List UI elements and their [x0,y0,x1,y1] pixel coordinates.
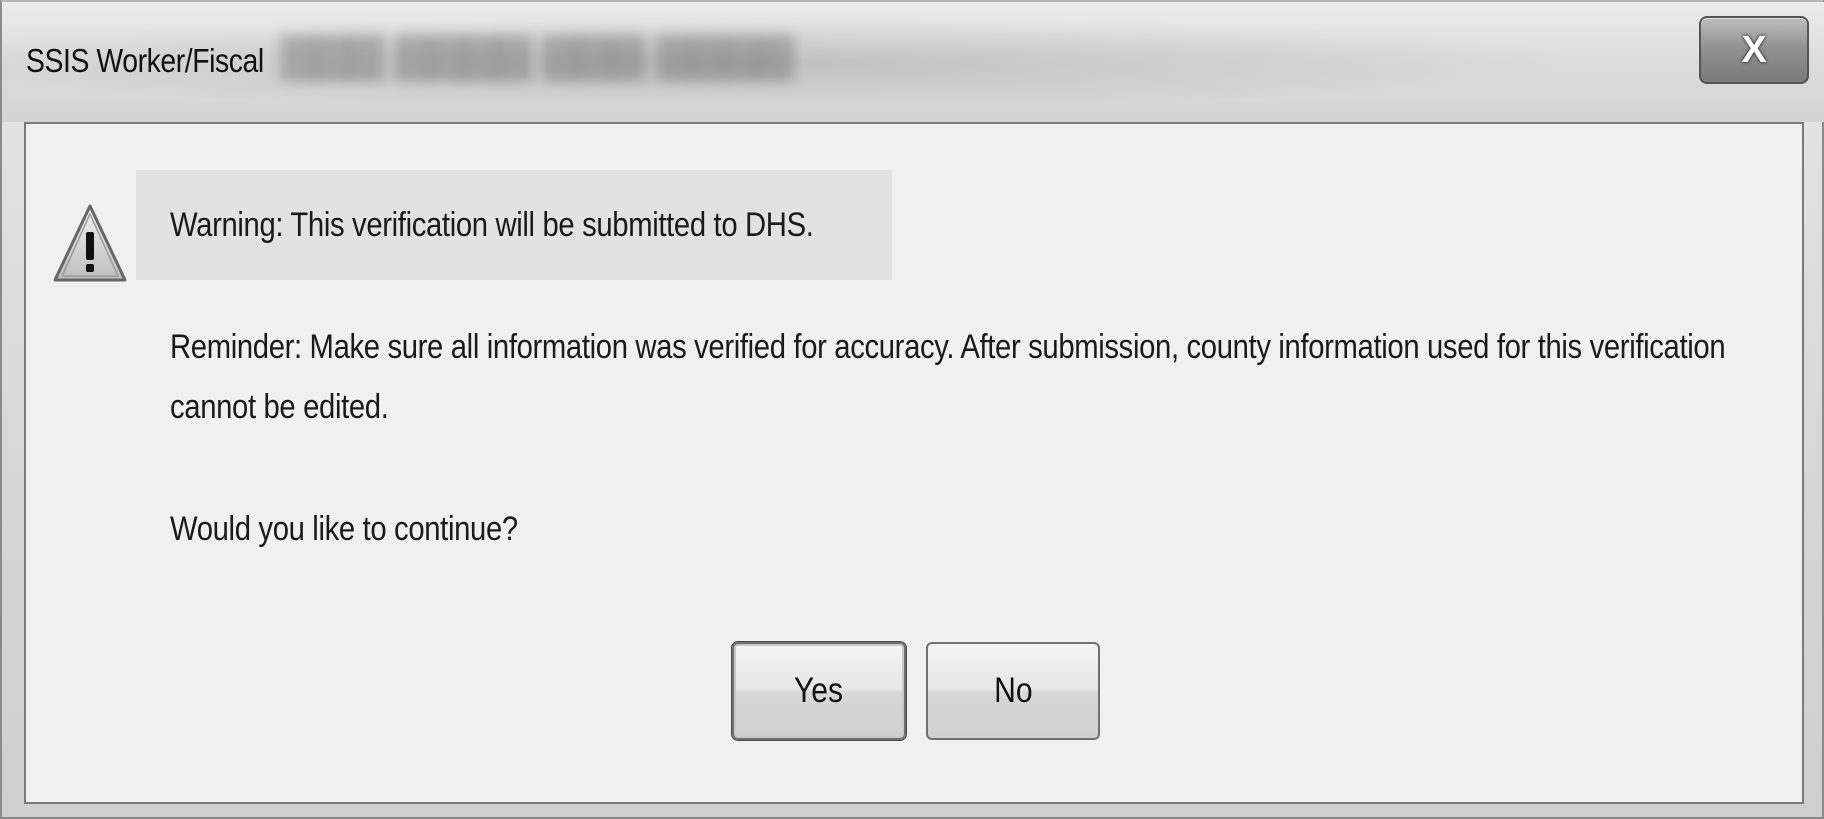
close-icon: X [1741,28,1767,71]
warning-triangle-icon [52,202,128,286]
confirmation-question: Would you like to continue? [170,510,518,548]
warning-text: Warning: This verification will be submi… [170,206,814,244]
reminder-text-line-1: Reminder: Make sure all information was … [170,328,1726,366]
yes-button-label: Yes [794,671,844,710]
no-button-label: No [993,671,1033,710]
close-button[interactable]: X [1699,16,1809,84]
window-title: SSIS Worker/Fiscal [26,42,264,79]
dialog-content: Warning: This verification will be submi… [24,122,1804,804]
title-bar[interactable]: ▇▇▇ ▇▇▇▇ ▇▇▇ ▇▇▇▇ SSIS Worker/Fiscal X [2,2,1824,122]
no-button[interactable]: No [926,642,1100,740]
yes-button[interactable]: Yes [732,642,906,740]
dialog-window: ▇▇▇ ▇▇▇▇ ▇▇▇ ▇▇▇▇ SSIS Worker/Fiscal X W… [0,0,1824,819]
blurred-background-text: ▇▇▇ ▇▇▇▇ ▇▇▇ ▇▇▇▇ [282,31,793,80]
reminder-text-line-2: cannot be edited. [170,388,389,426]
warning-message-box: Warning: This verification will be submi… [136,170,892,280]
